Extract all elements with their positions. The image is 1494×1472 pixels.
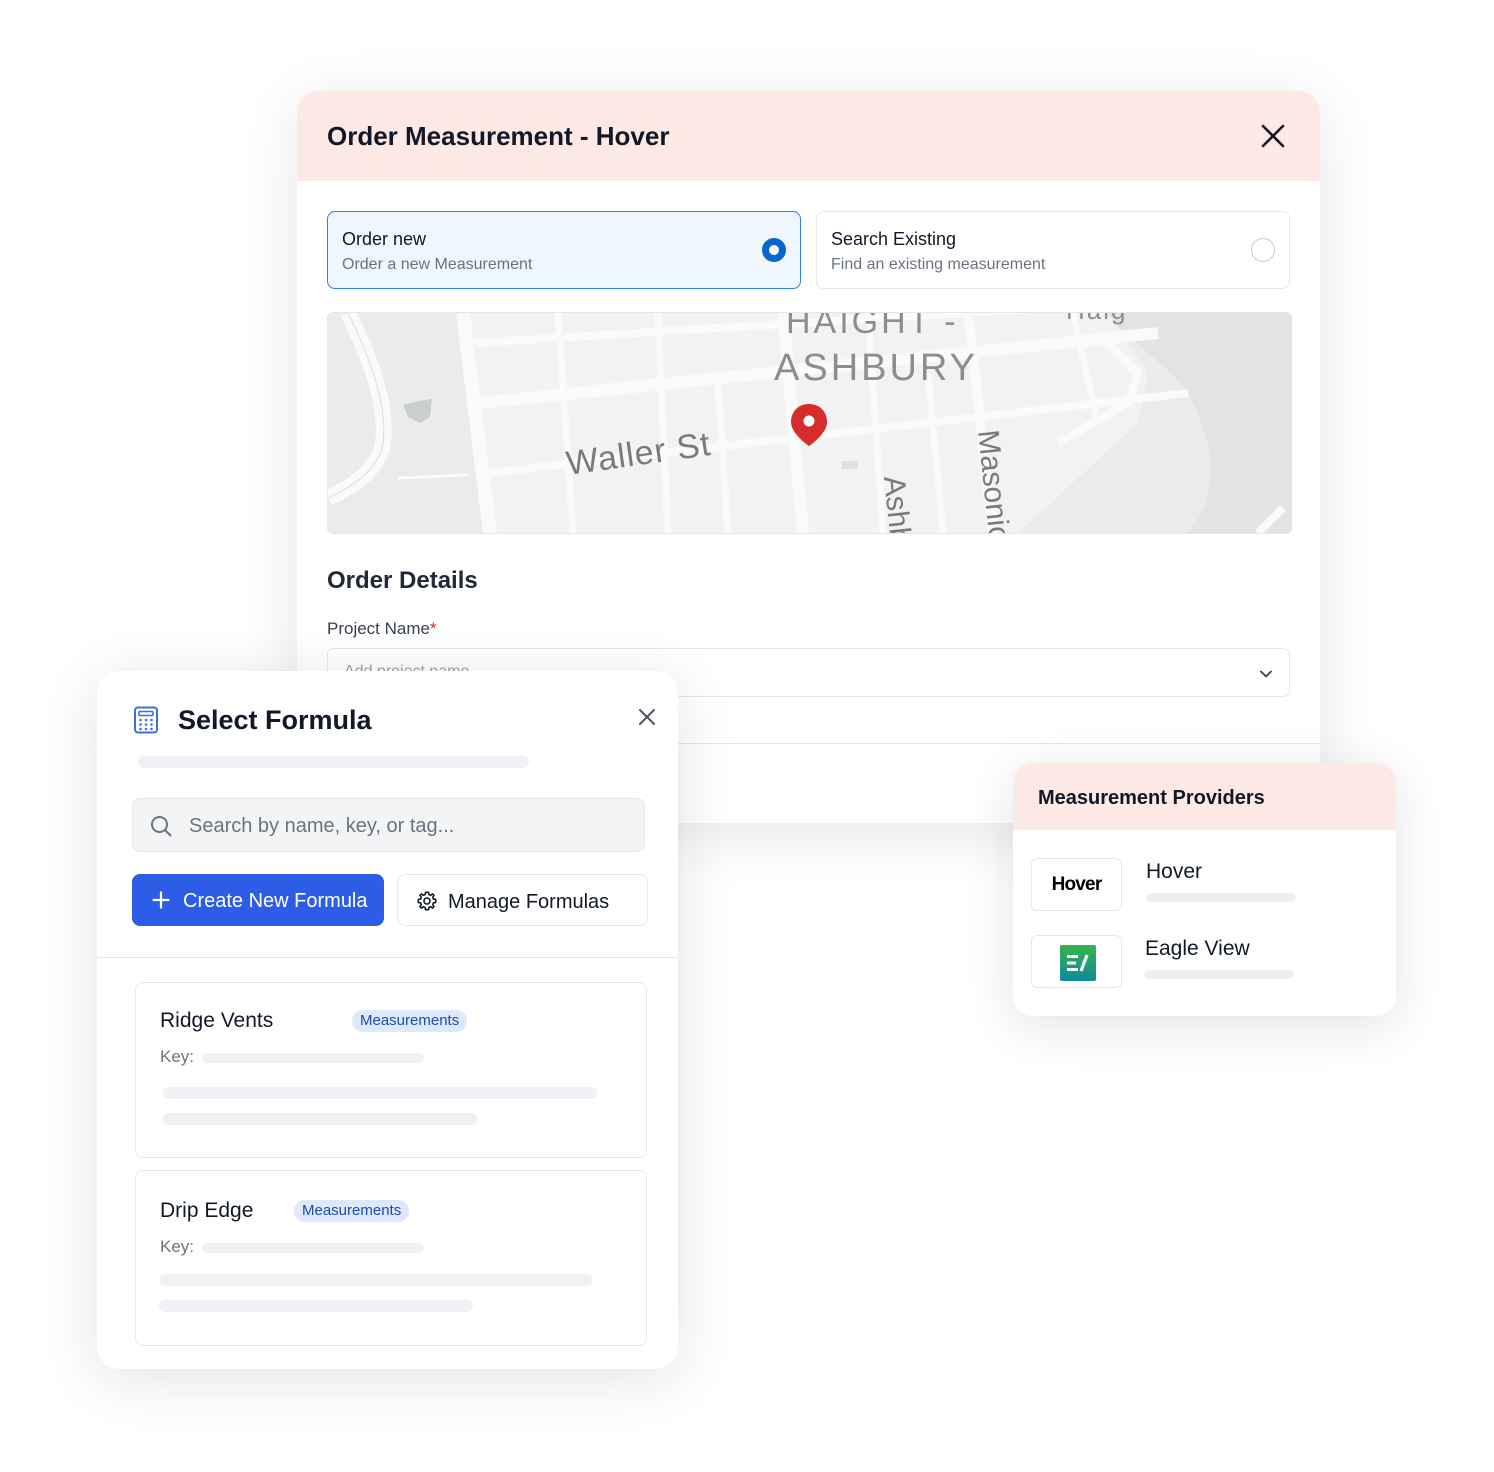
formula-panel-title: Select Formula [178,705,372,735]
formula-tag: Measurements [294,1200,410,1222]
close-icon[interactable] [638,708,656,726]
formula-key-label: Key: [160,1237,195,1256]
close-icon[interactable] [1260,123,1286,149]
project-name-label: Project Name* [327,619,437,639]
provider-skeleton [1144,970,1294,979]
map-label-district-2: ASHBURY [774,347,978,389]
create-new-formula-button[interactable]: Create New Formula [132,874,384,926]
hover-logo-text: Hover [1051,874,1103,895]
search-icon [151,816,172,837]
eagleview-logo[interactable] [1031,935,1122,988]
key-skeleton [202,1053,424,1063]
providers-header: Measurement Providers [1013,763,1396,830]
option-order-new[interactable]: Order new Order a new Measurement [327,211,801,289]
provider-name-hover[interactable]: Hover [1146,860,1202,884]
manage-formulas-button[interactable]: Manage Formulas [397,874,648,926]
required-mark: * [429,619,437,638]
formula-search[interactable] [132,798,645,852]
subtitle-skeleton [138,756,529,768]
select-formula-panel: Select Formula Create New Formula Manage… [97,671,678,1369]
provider-name-eagle-view[interactable]: Eagle View [1145,937,1250,961]
radio-selected[interactable] [762,238,786,262]
modal-header: Order Measurement - Hover [297,91,1320,181]
key-skeleton [202,1243,424,1253]
map-label-partial: Haig [1066,313,1127,325]
order-details-title: Order Details [327,567,478,594]
formula-card-drip-edge[interactable]: Drip Edge Measurements Key: [135,1170,647,1346]
formula-name: Drip Edge [160,1199,254,1222]
create-new-formula-label: Create New Formula [183,890,368,912]
option-title: Order new [342,229,427,249]
location-map[interactable]: HAIGHT - ASHBURY Haig Waller St Ashb Mas… [327,312,1292,534]
provider-skeleton [1146,893,1296,902]
formula-key-label: Key: [160,1047,195,1066]
formula-card-ridge-vents[interactable]: Ridge Vents Measurements Key: [135,982,647,1158]
chevron-down-icon [1260,670,1272,678]
map-label-district-1: HAIGHT - [786,313,959,341]
map-canvas: HAIGHT - ASHBURY Haig Waller St Ashb Mas… [328,313,1291,533]
search-input[interactable] [187,811,631,841]
modal-title: Order Measurement - Hover [327,121,670,151]
description-skeleton [163,1087,597,1099]
option-title: Search Existing [831,229,957,249]
formula-tag: Measurements [352,1010,468,1032]
description-skeleton [159,1274,593,1286]
description-skeleton [159,1300,473,1312]
providers-title: Measurement Providers [1038,787,1265,809]
plus-icon [152,891,170,909]
hover-logo[interactable]: Hover [1031,858,1122,911]
manage-formulas-label: Manage Formulas [448,891,610,913]
project-name-label-text: Project Name [327,619,430,638]
map-label-ash: Ashb [877,474,917,533]
description-skeleton [163,1113,477,1125]
option-subtitle: Order a new Measurement [342,256,533,273]
option-subtitle: Find an existing measurement [831,256,1046,273]
measurement-providers-panel: Measurement Providers Hover Hover Eagle … [1013,763,1396,1016]
panel-divider [97,957,678,958]
formula-name: Ridge Vents [160,1009,274,1032]
gear-icon [417,891,437,911]
eagleview-logo-icon [1060,945,1096,981]
radio-unselected[interactable] [1251,238,1275,262]
calculator-icon [134,706,158,734]
option-search-existing[interactable]: Search Existing Find an existing measure… [816,211,1290,289]
